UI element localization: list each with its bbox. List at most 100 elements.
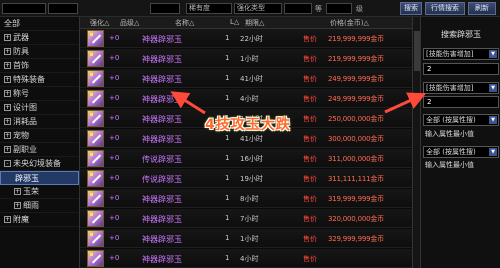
- enhance-level: +0: [109, 94, 120, 102]
- sidebar-item-label: 宠物: [13, 131, 29, 140]
- attribute-value-input-1[interactable]: 2: [423, 63, 499, 75]
- item-price: 329,999,999金币: [328, 235, 384, 243]
- search-filter-field[interactable]: [48, 3, 78, 14]
- enhance-level: +0: [109, 254, 120, 262]
- item-quantity: 1: [225, 94, 230, 102]
- expand-icon[interactable]: +: [4, 216, 11, 223]
- min-value-label[interactable]: 输入属性最小值: [425, 160, 474, 170]
- market-search-button[interactable]: 行情搜索: [425, 2, 465, 15]
- price-label: 售价: [303, 155, 317, 163]
- table-row[interactable]: +0 神器辟邪玉 1 11小时 售价 250,000,000金币: [80, 109, 412, 128]
- item-icon: [87, 170, 104, 187]
- header-name[interactable]: 名称△: [175, 18, 194, 28]
- item-name: 神器辟邪玉: [142, 215, 182, 224]
- attribute-select-4[interactable]: 全部 (按属性搜) ▼: [423, 146, 499, 158]
- sidebar-item-label: 全部: [4, 19, 20, 28]
- expand-icon[interactable]: +: [4, 62, 11, 69]
- enhance-level: +0: [109, 34, 120, 42]
- sidebar-item[interactable]: + 称号: [0, 87, 79, 101]
- sidebar-item[interactable]: 辟邪玉: [0, 171, 79, 185]
- min-value-label[interactable]: 输入属性最小值: [425, 129, 474, 139]
- sidebar-item[interactable]: + 副职业: [0, 143, 79, 157]
- list-scrollbar[interactable]: [412, 17, 420, 268]
- expand-icon[interactable]: +: [4, 34, 11, 41]
- expand-icon[interactable]: +: [4, 118, 11, 125]
- item-icon: [87, 210, 104, 227]
- table-row[interactable]: +0 神器辟邪玉 1 41小时 售价 300,000,000金币: [80, 129, 412, 148]
- table-row[interactable]: +0 传说辟邪玉 1 16小时 售价 311,000,000金币: [80, 149, 412, 168]
- chevron-down-icon[interactable]: ▼: [489, 116, 497, 124]
- expand-icon[interactable]: +: [4, 90, 11, 97]
- sidebar-item[interactable]: + 玉荣: [0, 185, 79, 199]
- min-level-input[interactable]: [284, 3, 312, 14]
- chevron-down-icon[interactable]: ▼: [489, 50, 497, 58]
- table-row[interactable]: +0 神器辟邪玉 1 4小时 售价: [80, 249, 412, 268]
- refresh-button[interactable]: 刷新: [468, 2, 496, 15]
- chevron-down-icon[interactable]: ▼: [489, 148, 497, 156]
- header-enhance[interactable]: 强化△: [90, 18, 109, 28]
- header-time[interactable]: 期限△: [245, 18, 264, 28]
- sidebar-item[interactable]: + 宠物: [0, 129, 79, 143]
- keyword-input[interactable]: [2, 3, 46, 14]
- expand-icon[interactable]: +: [14, 188, 21, 195]
- expand-icon[interactable]: +: [4, 146, 11, 153]
- enhance-level: +0: [109, 74, 120, 82]
- search-toolbar: 稀有度 强化类型 等 级 搜索 行情搜索 刷新: [0, 0, 500, 17]
- sidebar-item[interactable]: + 设计图: [0, 101, 79, 115]
- max-level-input[interactable]: [326, 3, 352, 14]
- search-button[interactable]: 搜索: [400, 2, 422, 15]
- item-quantity: 1: [225, 254, 230, 262]
- table-row[interactable]: +0 神器辟邪玉 1 4小时 售价 249,999,999金币: [80, 89, 412, 108]
- sidebar-item[interactable]: + 防具: [0, 45, 79, 59]
- item-quantity: 1: [225, 154, 230, 162]
- sidebar-item[interactable]: + 消耗品: [0, 115, 79, 129]
- attribute-value-input-2[interactable]: 2: [423, 96, 499, 108]
- item-quantity: 1: [225, 174, 230, 182]
- collapse-icon[interactable]: -: [4, 160, 11, 167]
- expand-icon[interactable]: +: [4, 48, 11, 55]
- item-time-left: 11小时: [240, 115, 263, 123]
- chevron-down-icon[interactable]: ▼: [489, 84, 497, 92]
- table-row[interactable]: +0 传说辟邪玉 1 19小时 售价 311,111,111金币: [80, 169, 412, 188]
- expand-icon[interactable]: +: [4, 132, 11, 139]
- sidebar-item[interactable]: + 附魔: [0, 213, 79, 227]
- sidebar-item[interactable]: 全部: [0, 17, 79, 31]
- table-row[interactable]: +0 神器辟邪玉 1 1小时 售价 329,999,999金币: [80, 229, 412, 248]
- attribute-select-3[interactable]: 全部 (按属性搜) ▼: [423, 114, 499, 126]
- enhance-level: +0: [109, 54, 120, 62]
- sidebar-item[interactable]: + 特殊装备: [0, 73, 79, 87]
- sidebar-item[interactable]: - 未央幻境装备: [0, 157, 79, 171]
- item-icon: [87, 150, 104, 167]
- expand-icon[interactable]: +: [14, 202, 21, 209]
- attribute-select-1[interactable]: [技能伤害增加] ▼: [423, 48, 499, 60]
- table-row[interactable]: +0 神器辟邪玉 1 8小时 售价 319,999,999金币: [80, 189, 412, 208]
- sidebar-item[interactable]: + 首饰: [0, 59, 79, 73]
- item-icon: [87, 250, 104, 267]
- table-row[interactable]: +0 神器辟邪玉 1 22小时 售价 219,999,999金币: [80, 29, 412, 48]
- item-name: 神器辟邪玉: [142, 255, 182, 264]
- auction-list: +0 神器辟邪玉 1 22小时 售价 219,999,999金币 +0 神器辟邪玉 1 1小时 售价…: [80, 29, 412, 268]
- expand-icon[interactable]: +: [4, 104, 11, 111]
- sidebar-item[interactable]: + 武器: [0, 31, 79, 45]
- item-icon: [87, 90, 104, 107]
- item-time-left: 19小时: [240, 175, 263, 183]
- item-time-left: 41小时: [240, 135, 263, 143]
- expand-icon[interactable]: +: [4, 76, 11, 83]
- search-filter-field[interactable]: [150, 3, 180, 14]
- sidebar-item-label: 特殊装备: [13, 75, 45, 84]
- item-name: 神器辟邪玉: [142, 35, 182, 44]
- header-price[interactable]: 价格(金币)△: [330, 18, 369, 28]
- header-level[interactable]: L△: [230, 18, 239, 26]
- table-row[interactable]: +0 神器辟邪玉 1 1小时 售价 219,999,999金币: [80, 49, 412, 68]
- table-row[interactable]: +0 神器辟邪玉 1 41小时 售价 249,999,999金币: [80, 69, 412, 88]
- header-grade[interactable]: 品级△: [120, 18, 139, 28]
- item-price: 300,000,000金币: [328, 135, 384, 143]
- item-name: 神器辟邪玉: [142, 195, 182, 204]
- sidebar-item-label: 消耗品: [13, 117, 37, 126]
- table-row[interactable]: +0 神器辟邪玉 1 7小时 售价 320,000,000金币: [80, 209, 412, 228]
- item-icon: [87, 190, 104, 207]
- rarity-select[interactable]: 稀有度: [186, 3, 232, 14]
- sidebar-item[interactable]: + 细雨: [0, 199, 79, 213]
- enhance-type-select[interactable]: 强化类型: [234, 3, 282, 14]
- attribute-select-2[interactable]: [技能伤害增加] ▼: [423, 82, 499, 94]
